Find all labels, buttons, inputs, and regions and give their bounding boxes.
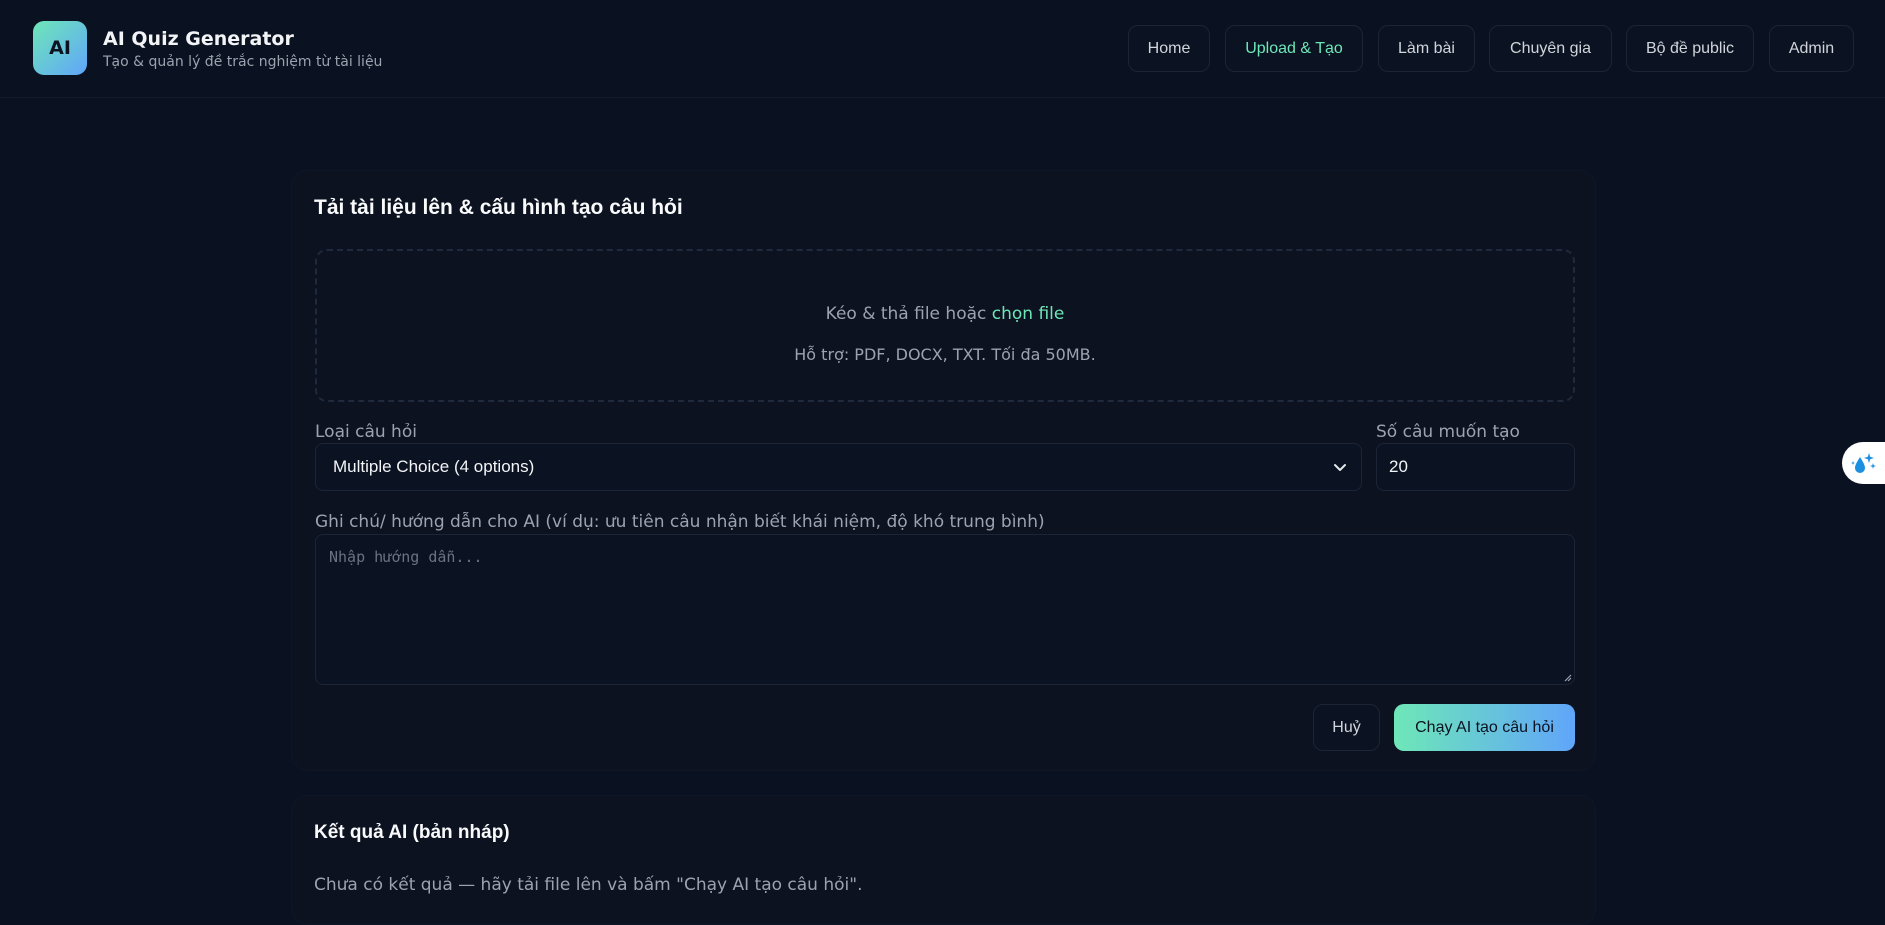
app-subtitle: Tạo & quản lý đề trắc nghiệm từ tài liệu [103,54,383,70]
top-bar: AI AI Quiz Generator Tạo & quản lý đề tr… [0,0,1885,98]
nav-admin[interactable]: Admin [1769,25,1854,72]
question-count-input[interactable]: 20 [1376,443,1575,491]
upload-config-card: Tải tài liệu lên & cấu hình tạo câu hỏi … [291,170,1596,771]
run-ai-button-label: Chạy AI tạo câu hỏi [1415,718,1554,736]
result-card-title: Kết quả AI (bản nháp) [314,822,510,843]
upload-card-title: Tải tài liệu lên & cấu hình tạo câu hỏi [314,196,683,219]
cancel-button[interactable]: Huỷ [1313,704,1380,751]
app-logo[interactable]: AI [33,21,87,75]
floating-assistant-widget[interactable] [1842,442,1885,484]
dropzone-prompt-text: Kéo & thả file hoặc [825,304,992,324]
dropzone-support-text: Hỗ trợ: PDF, DOCX, TXT. Tối đa 50MB. [794,345,1096,364]
question-count-value: 20 [1389,457,1408,476]
notes-label: Ghi chú/ hướng dẫn cho AI (ví dụ: ưu tiê… [315,512,1045,532]
notes-textarea[interactable]: Nhập hướng dẫn... [315,534,1575,685]
nav-public-sets-label: Bộ đề public [1645,39,1735,57]
nav-upload-create-label: Upload & Tạo [1245,39,1343,57]
notes-placeholder: Nhập hướng dẫn... [329,548,483,566]
app-title: AI Quiz Generator [103,28,294,50]
logo-text: AI [49,37,71,59]
nav-home-label: Home [1147,39,1191,57]
result-empty-text: Chưa có kết quả — hãy tải file lên và bấ… [314,875,863,895]
nav-public-sets[interactable]: Bộ đề public [1626,25,1754,72]
question-count-label: Số câu muốn tạo [1376,422,1520,442]
cancel-button-label: Huỷ [1332,718,1361,736]
resize-handle-icon[interactable] [1562,672,1572,682]
nav-do-test-label: Làm bài [1398,39,1455,57]
run-ai-button[interactable]: Chạy AI tạo câu hỏi [1394,704,1575,751]
nav-home[interactable]: Home [1128,25,1210,72]
choose-file-link[interactable]: chọn file [992,304,1065,324]
nav-expert[interactable]: Chuyên gia [1489,25,1612,72]
nav-admin-label: Admin [1788,39,1835,57]
file-dropzone[interactable]: Kéo & thả file hoặc chọn file Hỗ trợ: PD… [315,249,1575,402]
nav-upload-create[interactable]: Upload & Tạo [1225,25,1363,72]
chevron-down-icon [1334,464,1346,471]
sparkle-drop-icon [1851,453,1876,473]
dropzone-prompt: Kéo & thả file hoặc chọn file [317,304,1573,324]
question-type-label: Loại câu hỏi [315,422,417,442]
nav-do-test[interactable]: Làm bài [1378,25,1475,72]
nav-expert-label: Chuyên gia [1510,39,1591,57]
ai-result-card: Kết quả AI (bản nháp) Chưa có kết quả — … [291,795,1596,925]
question-type-value: Multiple Choice (4 options) [333,457,535,476]
question-type-select[interactable]: Multiple Choice (4 options) [315,443,1362,491]
